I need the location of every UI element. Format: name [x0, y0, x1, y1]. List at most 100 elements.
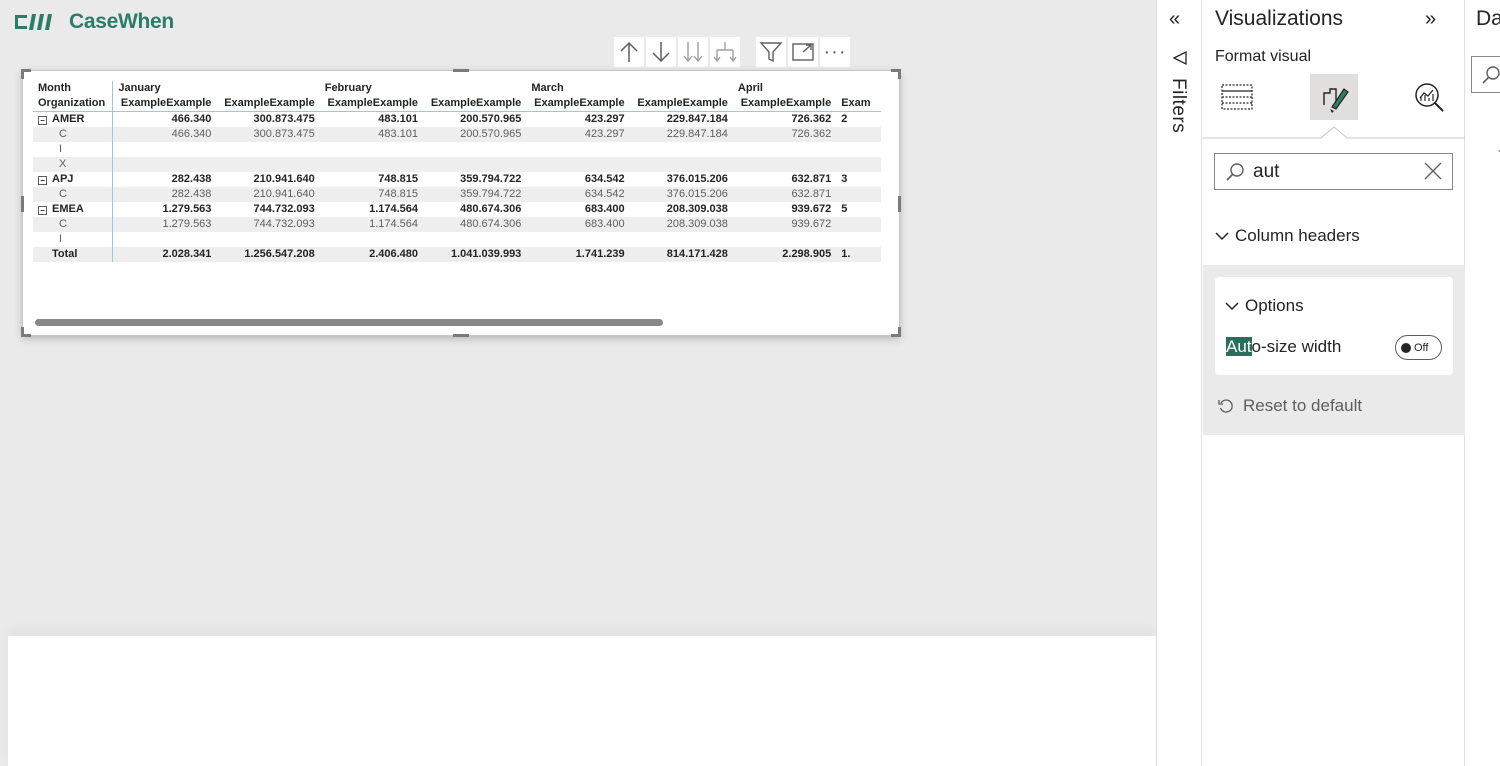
resize-handle[interactable] — [453, 69, 469, 72]
value-cell: 2.028.341 — [112, 247, 217, 262]
row-header-cell[interactable]: I — [33, 232, 114, 247]
value-cell: 683.400 — [526, 217, 630, 232]
row-header-label: APJ — [52, 173, 74, 185]
clear-search-icon[interactable] — [1422, 160, 1444, 182]
value-cell: 748.815 — [378, 173, 419, 185]
row-header-cell[interactable]: C — [33, 217, 114, 232]
horizontal-scrollbar[interactable] — [35, 319, 663, 326]
drill-down-toggle-button[interactable] — [646, 37, 676, 67]
canvas-page-bottom — [8, 636, 1156, 766]
month-header[interactable]: January — [113, 81, 320, 96]
value-cell: 1.041.039.993 — [423, 247, 527, 262]
row-header-cell[interactable]: Total — [33, 247, 114, 262]
collapse-row-icon[interactable]: − — [38, 116, 47, 125]
value-cell: 744.732.093 — [216, 217, 320, 232]
value-cell: 632.871 — [732, 187, 837, 202]
measure-header[interactable]: ExampleExample — [732, 96, 837, 112]
casewhen-logo-icon — [15, 14, 52, 30]
row-header-cell[interactable]: − APJ — [33, 172, 114, 187]
expand-pane-button[interactable]: » — [1425, 8, 1436, 31]
value-cell: 2.298.905 — [732, 247, 837, 262]
next-level-button[interactable] — [678, 37, 708, 67]
drill-up-button[interactable] — [614, 37, 644, 67]
table-row: − APJ 282.438 210.941.640 748.815 359.794.722… — [33, 172, 891, 187]
matrix-visual[interactable]: Month January February March April Organizati… — [21, 69, 901, 337]
month-header[interactable]: April — [733, 81, 881, 96]
table-row: C 1.279.563 744.732.093 1.174.564 480.674.30… — [33, 217, 891, 232]
collapse-row-icon[interactable]: − — [38, 206, 47, 215]
value-cell: 300.873.475 — [253, 113, 315, 125]
value-cell: 480.674.306 — [460, 203, 522, 215]
double-arrow-down-icon — [683, 42, 703, 63]
format-search-box[interactable] — [1214, 153, 1453, 190]
collapse-row-icon[interactable]: − — [38, 176, 47, 185]
column-headers-section[interactable]: Column headers — [1215, 226, 1360, 246]
filters-pane-label[interactable]: Filters — [1167, 78, 1189, 133]
measure-header-cut: Exam — [836, 96, 881, 112]
tab-format-visual[interactable] — [1310, 74, 1358, 120]
tab-build-visual[interactable] — [1213, 74, 1261, 120]
month-header[interactable]: February — [320, 81, 527, 96]
row-header-cell[interactable]: − EMEA — [33, 202, 114, 217]
value-cell — [113, 232, 217, 247]
filter-funnel-icon — [1173, 50, 1187, 66]
search-input[interactable] — [1253, 160, 1413, 183]
focus-mode-button[interactable] — [788, 37, 818, 67]
value-cell: 300.873.475 — [216, 127, 320, 142]
tab-analytics[interactable] — [1405, 74, 1453, 120]
resize-handle[interactable] — [21, 196, 24, 212]
filter-button[interactable] — [756, 37, 786, 67]
search-match-highlight: Aut — [1226, 337, 1252, 356]
value-cell: 210.941.640 — [253, 173, 315, 185]
resize-handle[interactable] — [898, 327, 901, 337]
options-card-header[interactable]: Options — [1225, 296, 1304, 316]
month-header[interactable]: March — [526, 81, 733, 96]
measure-header[interactable]: ExampleExample — [526, 96, 630, 112]
row-header-cell[interactable]: X — [33, 157, 114, 172]
value-cell: 939.672 — [732, 217, 837, 232]
value-cell-cut: 2 — [841, 113, 848, 125]
row-header-cell[interactable]: C — [33, 187, 114, 202]
resize-handle[interactable] — [21, 69, 24, 79]
row-header-label: AMER — [52, 113, 85, 125]
brand-logo: CaseWhen — [13, 10, 174, 34]
brand-name: CaseWhen — [69, 10, 174, 33]
row-header-label: Total — [52, 248, 78, 260]
resize-handle[interactable] — [898, 69, 901, 79]
format-paintbrush-icon — [1323, 88, 1349, 113]
visual-header-toolbar: ··· — [614, 36, 852, 68]
measure-header[interactable]: ExampleExample — [112, 96, 217, 112]
value-cell: 208.309.038 — [666, 203, 728, 215]
collapse-filters-button[interactable]: « — [1169, 8, 1180, 31]
resize-handle[interactable] — [898, 196, 901, 212]
value-cell: 359.794.722 — [460, 173, 522, 185]
value-cell-cut: 1. — [836, 247, 881, 262]
month-header-cut — [881, 81, 891, 96]
data-pane: Da ⌄ — [1466, 0, 1500, 766]
measure-header[interactable]: ExampleExample — [319, 96, 424, 112]
more-options-button[interactable]: ··· — [820, 37, 850, 67]
row-header-cell[interactable]: I — [33, 142, 114, 157]
expand-hierarchy-icon — [713, 42, 737, 63]
measure-header[interactable]: ExampleExample — [216, 96, 320, 112]
auto-size-width-toggle[interactable]: Off — [1395, 335, 1442, 360]
row-header-cell[interactable]: − AMER — [33, 111, 114, 127]
row-header-cell[interactable]: C — [33, 127, 114, 142]
toggle-state-label: Off — [1414, 341, 1429, 354]
resize-handle[interactable] — [21, 327, 24, 337]
value-cell-cut — [836, 187, 881, 202]
search-icon — [1482, 66, 1500, 84]
table-row: I — [33, 142, 891, 157]
reset-to-default-button[interactable]: Reset to default — [1217, 396, 1362, 416]
value-cell: 282.438 — [171, 173, 212, 185]
reset-icon — [1218, 399, 1233, 413]
value-cell: 376.015.206 — [629, 187, 733, 202]
resize-handle[interactable] — [453, 334, 469, 337]
expand-next-level-button[interactable] — [710, 37, 740, 67]
value-cell-cut — [836, 157, 881, 172]
measure-header[interactable]: ExampleExample — [423, 96, 527, 112]
measure-header[interactable]: ExampleExample — [629, 96, 733, 112]
data-search-box[interactable] — [1471, 56, 1500, 93]
arrow-down-icon — [652, 42, 670, 63]
arrow-up-icon — [620, 41, 638, 62]
